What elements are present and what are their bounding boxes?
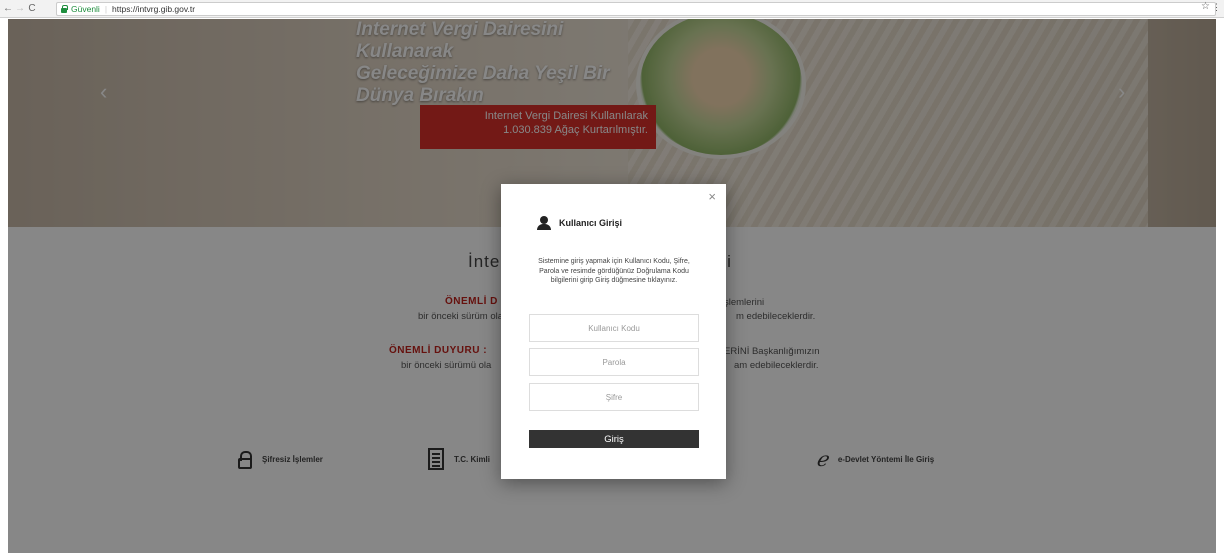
pin-field[interactable]: [529, 383, 699, 411]
forward-arrow-icon[interactable]: →: [14, 3, 26, 14]
url-text[interactable]: https://intvrg.gib.gov.tr: [112, 4, 195, 14]
menu-dots-icon[interactable]: ⋮: [1212, 2, 1221, 13]
browser-toolbar: ← → C Güvenli | https://intvrg.gib.gov.t…: [0, 0, 1224, 18]
modal-header: Kullanıcı Girişi: [537, 216, 622, 230]
username-field[interactable]: [529, 314, 699, 342]
close-icon[interactable]: ×: [708, 190, 716, 204]
star-icon[interactable]: ☆: [1201, 1, 1210, 12]
modal-title: Kullanıcı Girişi: [559, 218, 623, 228]
login-modal: × Kullanıcı Girişi Sistemine giriş yapma…: [501, 184, 726, 479]
reload-icon[interactable]: C: [26, 3, 38, 14]
login-button[interactable]: Giriş: [529, 430, 699, 448]
lock-icon: [61, 4, 68, 13]
modal-description: Sistemine giriş yapmak için Kullanıcı Ko…: [538, 258, 690, 284]
address-bar[interactable]: Güvenli | https://intvrg.gib.gov.tr: [56, 2, 1216, 16]
password-field[interactable]: [529, 348, 699, 376]
user-icon: [537, 216, 551, 230]
secure-label: Güvenli: [71, 4, 100, 14]
back-arrow-icon[interactable]: ←: [2, 3, 14, 14]
